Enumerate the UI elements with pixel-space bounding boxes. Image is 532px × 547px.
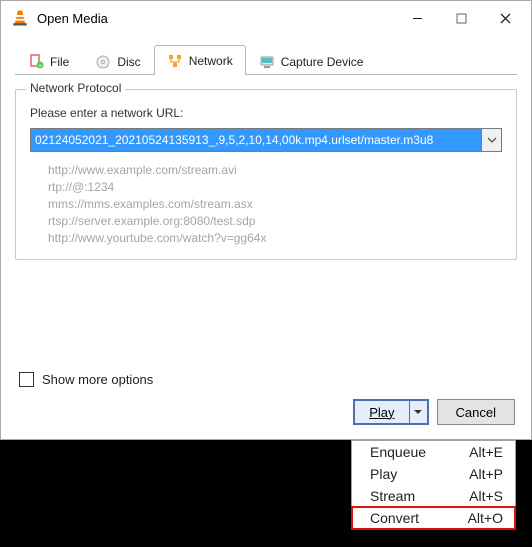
vlc-icon [11, 9, 29, 27]
show-more-checkbox[interactable] [19, 372, 34, 387]
tab-network[interactable]: Network [154, 45, 246, 75]
menu-item-enqueue[interactable]: Enqueue Alt+E [352, 441, 515, 463]
chevron-down-icon [487, 137, 497, 143]
play-dropdown-button[interactable] [409, 401, 427, 423]
network-url-input[interactable] [30, 128, 482, 152]
tab-capture-label: Capture Device [281, 55, 364, 69]
url-hints: http://www.example.com/stream.avi rtp://… [48, 162, 498, 247]
group-title: Network Protocol [26, 81, 125, 95]
menu-item-label: Enqueue [370, 444, 426, 460]
svg-text:+: + [38, 64, 42, 70]
tab-disc[interactable]: Disc [82, 47, 153, 75]
menu-item-shortcut: Alt+S [469, 488, 503, 504]
hint-line: rtp://@:1234 [48, 179, 498, 196]
url-dropdown-button[interactable] [482, 128, 502, 152]
tab-disc-label: Disc [117, 55, 140, 69]
menu-item-label: Convert [370, 510, 419, 526]
minimize-button[interactable] [395, 3, 439, 33]
menu-item-play[interactable]: Play Alt+P [352, 463, 515, 485]
cancel-button[interactable]: Cancel [437, 399, 515, 425]
disc-icon [95, 54, 111, 70]
tab-network-label: Network [189, 54, 233, 68]
bottom-button-row: Play Cancel [353, 399, 515, 425]
capture-icon [259, 54, 275, 70]
menu-item-label: Play [370, 466, 397, 482]
hint-line: rtsp://server.example.org:8080/test.sdp [48, 213, 498, 230]
show-more-options-row[interactable]: Show more options [19, 372, 153, 387]
network-icon [167, 53, 183, 69]
caret-down-icon [414, 410, 422, 415]
hint-line: mms://mms.examples.com/stream.asx [48, 196, 498, 213]
play-split-button: Play [353, 399, 428, 425]
play-button[interactable]: Play [355, 401, 408, 423]
show-more-label: Show more options [42, 372, 153, 387]
menu-item-shortcut: Alt+P [469, 466, 503, 482]
file-icon: + [28, 54, 44, 70]
tab-bar: + File Disc Network Capture Device [15, 45, 517, 75]
tab-file-label: File [50, 55, 69, 69]
url-prompt: Please enter a network URL: [30, 106, 502, 120]
close-button[interactable] [483, 3, 527, 33]
network-protocol-group: Network Protocol Please enter a network … [15, 89, 517, 260]
tab-file[interactable]: + File [15, 47, 82, 75]
menu-item-label: Stream [370, 488, 415, 504]
open-media-window: Open Media + File Disc Network [0, 0, 532, 440]
window-title: Open Media [37, 11, 108, 26]
maximize-button[interactable] [439, 3, 483, 33]
hint-line: http://www.yourtube.com/watch?v=gg64x [48, 230, 498, 247]
menu-item-convert[interactable]: Convert Alt+O [351, 506, 516, 530]
play-dropdown-menu: Enqueue Alt+E Play Alt+P Stream Alt+S Co… [351, 440, 516, 530]
titlebar: Open Media [1, 1, 531, 35]
tab-capture[interactable]: Capture Device [246, 47, 377, 75]
hint-line: http://www.example.com/stream.avi [48, 162, 498, 179]
body-area: + File Disc Network Capture Device Netwo… [1, 35, 531, 260]
menu-item-stream[interactable]: Stream Alt+S [352, 485, 515, 507]
menu-item-shortcut: Alt+E [469, 444, 503, 460]
menu-item-shortcut: Alt+O [468, 510, 503, 526]
